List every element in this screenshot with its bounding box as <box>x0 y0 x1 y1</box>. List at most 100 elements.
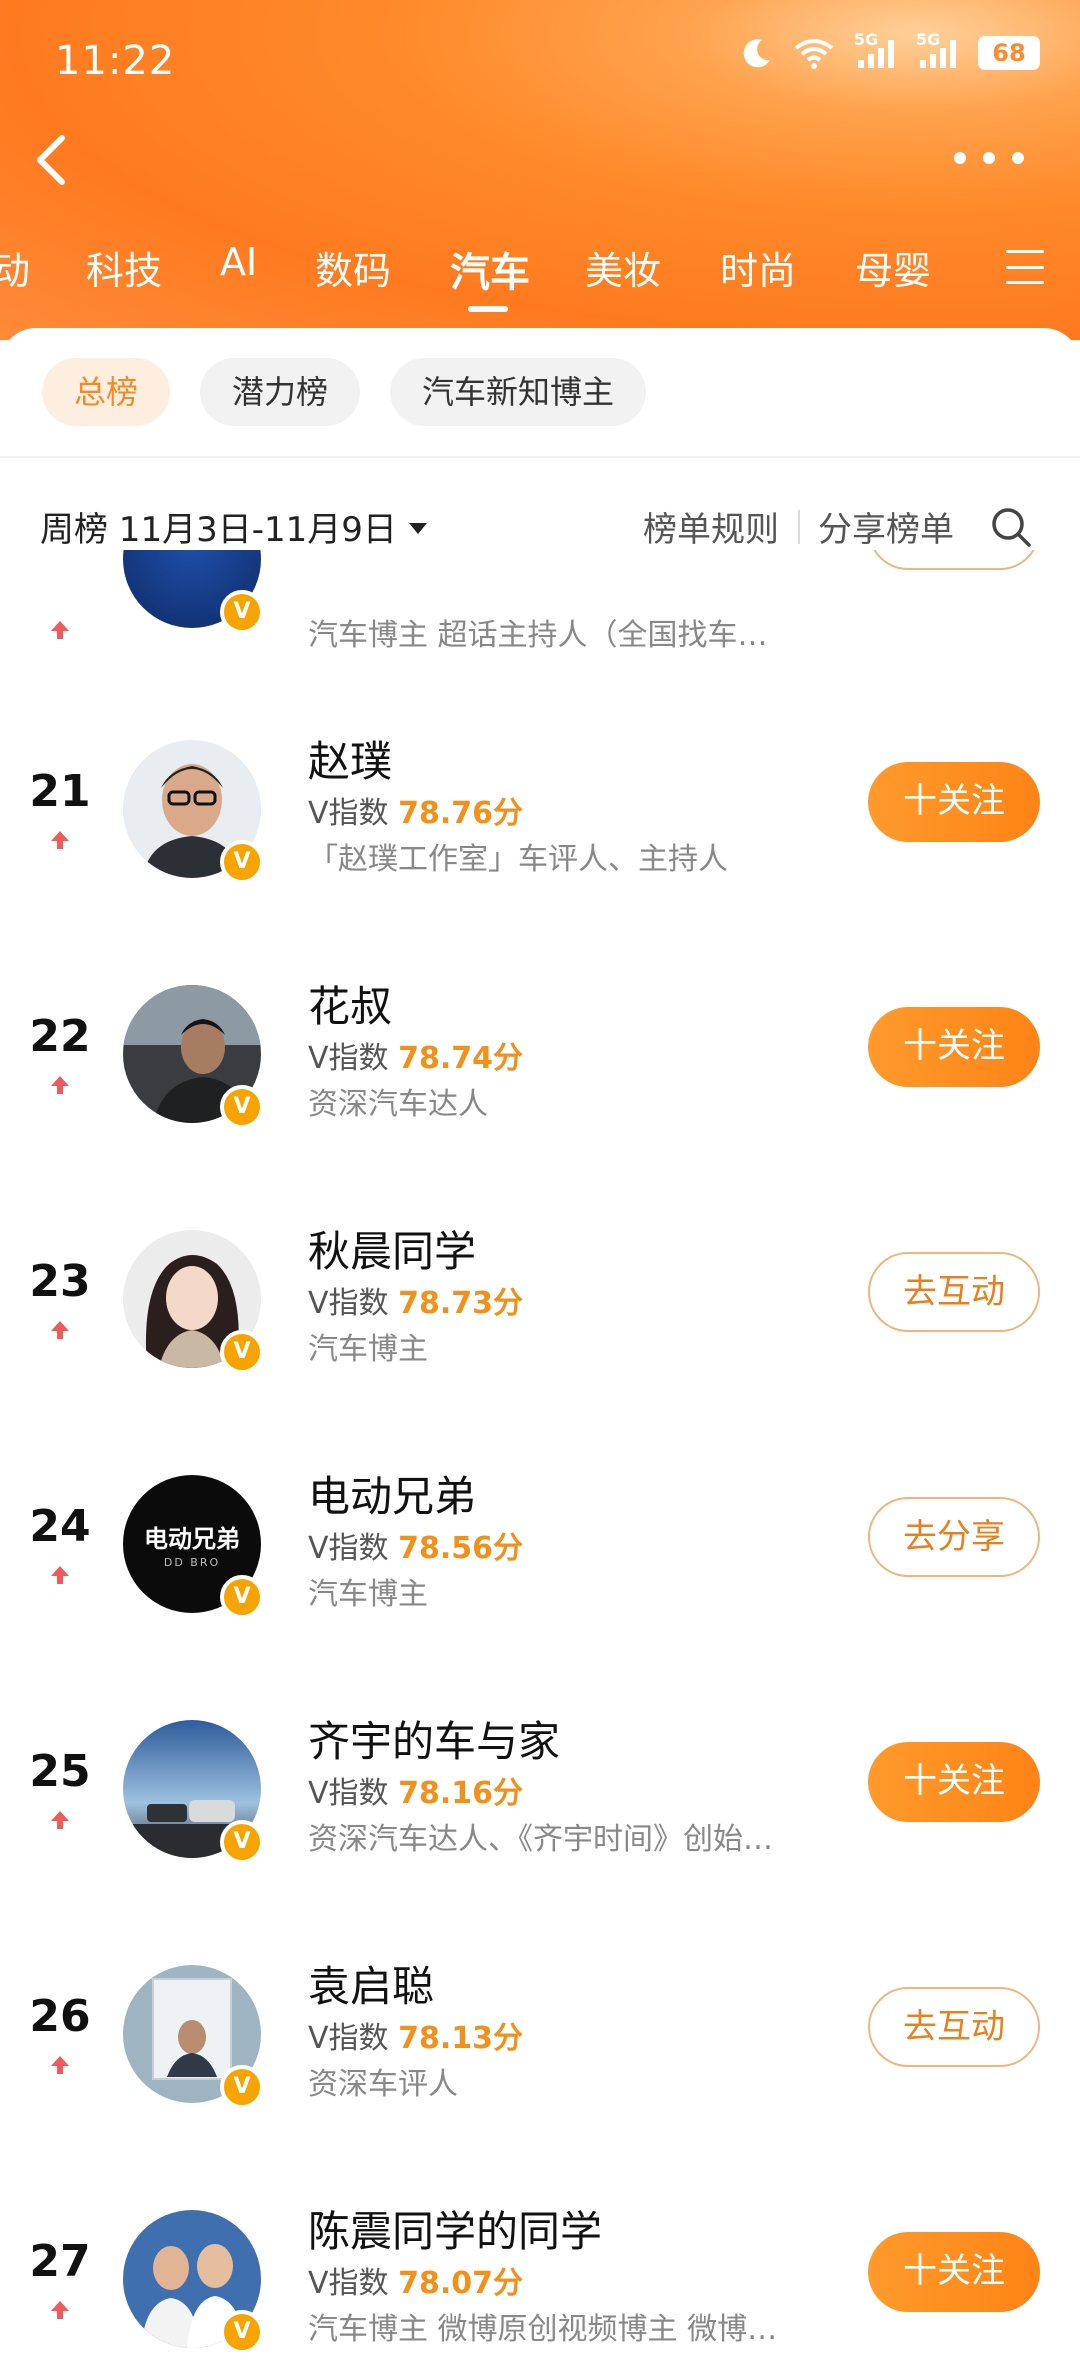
creator-name[interactable]: 陈震同学的同学 <box>308 2198 602 2259</box>
follow-button[interactable]: 十关注 <box>868 1007 1040 1087</box>
creator-desc: 资深汽车达人、《齐宇时间》创始… <box>308 1822 773 1857</box>
creator-name[interactable]: 赵璞 <box>308 728 392 789</box>
follow-button[interactable]: 十关注 <box>868 2232 1040 2312</box>
week-selector[interactable]: 周榜 11月3日-11月9日 <box>40 502 427 551</box>
list-item-partial[interactable]: V 汽车博主 超话主持人（全国找车… <box>0 550 1080 660</box>
v-index-score: 78.07分 <box>398 2266 523 2301</box>
tab-muying[interactable]: 母婴 <box>855 240 931 295</box>
list-item[interactable]: 27 V 陈震同学的同学 V指数 78.07分 汽车博主 微博原创视频博主 微博… <box>0 2198 1080 2358</box>
rules-link[interactable]: 榜单规则 <box>643 502 779 551</box>
filter-qianlibang[interactable]: 潜力榜 <box>200 358 361 426</box>
caret-down-icon <box>408 523 427 534</box>
tab-shuma[interactable]: 数码 <box>315 240 391 295</box>
v-index-label: V指数 <box>308 1531 389 1566</box>
rank-number: 23 <box>29 1256 91 1307</box>
tab-partial[interactable]: 动 <box>0 240 30 295</box>
creator-desc: 汽车博主 超话主持人（全国找车… <box>308 618 768 653</box>
share-list-link[interactable]: 分享榜单 <box>818 502 954 551</box>
rank-up-icon <box>51 1321 69 1339</box>
battery-indicator: 68 <box>978 36 1040 70</box>
category-tabs: 动 科技 AI 数码 汽车 美妆 时尚 母婴 <box>0 240 1080 310</box>
search-icon[interactable] <box>990 506 1032 548</box>
rank-up-icon <box>51 2301 69 2319</box>
v-index-label: V指数 <box>308 1041 389 1076</box>
tab-shishang[interactable]: 时尚 <box>720 240 796 295</box>
verified-badge: V <box>220 590 264 634</box>
verified-badge: V <box>220 1575 264 1619</box>
rank-number: 21 <box>29 766 91 817</box>
v-index: V指数 78.76分 <box>308 788 523 832</box>
verified-badge: V <box>220 1085 264 1129</box>
v-index-label: V指数 <box>308 796 389 831</box>
filter-xinzhi[interactable]: 汽车新知博主 <box>390 358 647 426</box>
list-item[interactable]: 26 V 袁启聪 V指数 78.13分 资深车评人 去互动 <box>0 1953 1080 2113</box>
avatar-logo-sub: DD BRO <box>163 1556 221 1569</box>
list-item[interactable]: 21 V 赵璞 V指数 78.76分 「赵璞工作室」车评人、主持人 十关注 <box>0 728 1080 888</box>
tab-ai[interactable]: AI <box>220 240 257 284</box>
rank-up-icon <box>51 621 69 639</box>
v-index-label: V指数 <box>308 2266 389 2301</box>
v-index-score: 78.74分 <box>398 1041 523 1076</box>
list-item[interactable]: 25 V 齐宇的车与家 V指数 78.16分 资深汽车达人、《齐宇时间》创始… … <box>0 1708 1080 1868</box>
creator-name[interactable]: 电动兄弟 <box>308 1463 476 1524</box>
creator-desc: 汽车博主 <box>308 1332 428 1367</box>
status-icons: 5G 5G 68 <box>740 30 1040 70</box>
action-button[interactable] <box>868 550 1040 570</box>
creator-name[interactable]: 花叔 <box>308 973 392 1034</box>
tab-qiche[interactable]: 汽车 <box>450 240 530 298</box>
follow-button[interactable]: 十关注 <box>868 762 1040 842</box>
list-item[interactable]: 24 电动兄弟 DD BRO V 电动兄弟 V指数 78.56分 汽车博主 去分… <box>0 1463 1080 1623</box>
week-label: 周榜 11月3日-11月9日 <box>40 510 397 550</box>
list-item[interactable]: 23 V 秋晨同学 V指数 78.73分 汽车博主 去互动 <box>0 1218 1080 1378</box>
v-index-score: 78.76分 <box>398 796 523 831</box>
tab-menu-icon[interactable] <box>1006 250 1044 284</box>
back-icon[interactable] <box>30 130 70 190</box>
active-tab-indicator <box>468 306 508 312</box>
v-index-label: V指数 <box>308 1286 389 1321</box>
creator-desc: 资深汽车达人 <box>308 1087 488 1122</box>
v-index-label: V指数 <box>308 1776 389 1811</box>
more-options-icon[interactable] <box>954 146 1024 170</box>
rank-number: 25 <box>29 1746 91 1797</box>
v-index-score: 78.56分 <box>398 1531 523 1566</box>
creator-desc: 汽车博主 <box>308 1577 428 1612</box>
rank-up-icon <box>51 2056 69 2074</box>
rank-up-icon <box>51 1811 69 1829</box>
creator-name[interactable]: 袁启聪 <box>308 1953 434 2014</box>
rank-number: 24 <box>29 1501 91 1552</box>
tab-meizhuang[interactable]: 美妆 <box>585 240 661 295</box>
v-index: V指数 78.73分 <box>308 1278 523 1322</box>
creator-desc: 资深车评人 <box>308 2067 458 2102</box>
v-index-score: 78.73分 <box>398 1286 523 1321</box>
creator-name[interactable]: 齐宇的车与家 <box>308 1708 560 1769</box>
ranking-card: 总榜 潜力榜 汽车新知博主 周榜 11月3日-11月9日 榜单规则 分享榜单 V… <box>0 328 1080 2376</box>
avatar-logo-text: 电动兄弟 <box>144 1525 240 1553</box>
v-index: V指数 78.74分 <box>308 1033 523 1077</box>
creator-name[interactable]: 秋晨同学 <box>308 1218 476 1279</box>
rank-number: 26 <box>29 1991 91 2042</box>
rank-up-icon <box>51 1076 69 1094</box>
share-button[interactable]: 去分享 <box>868 1497 1040 1577</box>
interact-button[interactable]: 去互动 <box>868 1987 1040 2067</box>
interact-button[interactable]: 去互动 <box>868 1252 1040 1332</box>
verified-badge: V <box>220 2065 264 2109</box>
v-index-score: 78.16分 <box>398 1776 523 1811</box>
tab-keji[interactable]: 科技 <box>86 240 162 295</box>
rank-up-icon <box>51 831 69 849</box>
list-item[interactable]: 22 V 花叔 V指数 78.74分 资深汽车达人 十关注 <box>0 973 1080 1133</box>
header: 11:22 5G 5G 68 动 科技 AI 数码 汽车 美妆 时尚 母婴 <box>0 0 1080 340</box>
verified-badge: V <box>220 2310 264 2354</box>
status-time: 11:22 <box>55 38 176 84</box>
rank-up-icon <box>51 1566 69 1584</box>
verified-badge: V <box>220 840 264 884</box>
filter-chips: 总榜 潜力榜 汽车新知博主 <box>42 358 647 426</box>
creator-desc: 汽车博主 微博原创视频博主 微博… <box>308 2312 778 2347</box>
rank-number: 22 <box>29 1011 91 1062</box>
verified-badge: V <box>220 1330 264 1374</box>
divider <box>0 456 1080 458</box>
v-index: V指数 78.16分 <box>308 1768 523 1812</box>
follow-button[interactable]: 十关注 <box>868 1742 1040 1822</box>
v-index: V指数 78.56分 <box>308 1523 523 1567</box>
rank-number: 27 <box>29 2236 91 2287</box>
filter-zongbang[interactable]: 总榜 <box>42 358 171 426</box>
